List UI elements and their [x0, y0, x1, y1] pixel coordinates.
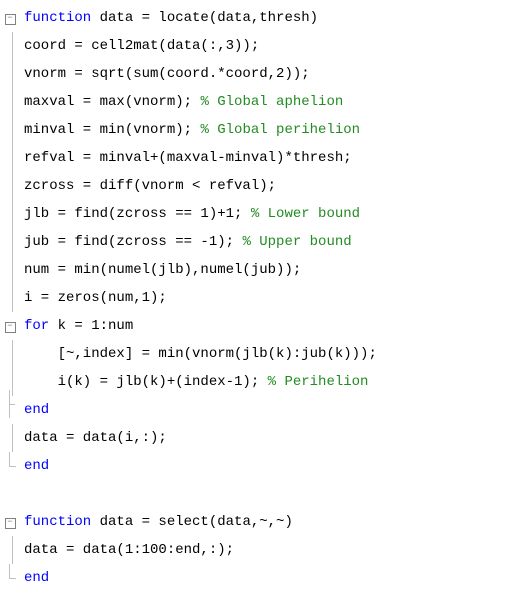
text: zcross = diff(vnorm < refval); — [24, 178, 276, 194]
code-content: end — [20, 564, 49, 592]
code-content: function data = select(data,~,~) — [20, 508, 293, 536]
code-line: end — [0, 564, 514, 592]
code-content: function data = locate(data,thresh) — [20, 4, 318, 32]
gutter — [0, 284, 20, 313]
gutter — [0, 88, 20, 117]
code-content: for k = 1:num — [20, 312, 133, 340]
code-line — [0, 480, 514, 508]
comment: % Global aphelion — [200, 94, 343, 110]
code-content: i(k) = jlb(k)+(index-1); % Perihelion — [20, 368, 368, 396]
keyword: function — [24, 10, 91, 26]
gutter — [0, 172, 20, 201]
code-line: i(k) = jlb(k)+(index-1); % Perihelion — [0, 368, 514, 396]
gutter — [0, 452, 20, 480]
code-line: coord = cell2mat(data(:,3)); — [0, 32, 514, 60]
code-content: zcross = diff(vnorm < refval); — [20, 172, 276, 200]
gutter — [0, 424, 20, 453]
fold-icon[interactable]: − — [5, 518, 16, 529]
code-content: end — [20, 452, 49, 480]
code-content: maxval = max(vnorm); % Global aphelion — [20, 88, 343, 116]
text: [~,index] = min(vnorm(jlb(k):jub(k))); — [24, 346, 377, 362]
text: data = data(1:100:end,:); — [24, 542, 234, 558]
code-content: vnorm = sqrt(sum(coord.*coord,2)); — [20, 60, 310, 88]
code-line: jub = find(zcross == -1); % Upper bound — [0, 228, 514, 256]
text: data = select(data,~,~) — [91, 514, 293, 530]
text: maxval = max(vnorm); — [24, 94, 200, 110]
code-content: refval = minval+(maxval-minval)*thresh; — [20, 144, 352, 172]
code-content: jlb = find(zcross == 1)+1; % Lower bound — [20, 200, 360, 228]
code-line: −for k = 1:num — [0, 312, 514, 340]
code-content: minval = min(vnorm); % Global perihelion — [20, 116, 360, 144]
fold-icon[interactable]: − — [5, 322, 16, 333]
gutter: − — [0, 508, 20, 536]
gutter — [0, 256, 20, 285]
code-line: [~,index] = min(vnorm(jlb(k):jub(k))); — [0, 340, 514, 368]
gutter — [0, 200, 20, 229]
code-content: i = zeros(num,1); — [20, 284, 167, 312]
code-line: num = min(numel(jlb),numel(jub)); — [0, 256, 514, 284]
text: num = min(numel(jlb),numel(jub)); — [24, 262, 301, 278]
gutter: − — [0, 312, 20, 340]
text: jub = find(zcross == -1); — [24, 234, 242, 250]
keyword: end — [24, 458, 49, 474]
code-content: end — [20, 396, 49, 424]
code-line: vnorm = sqrt(sum(coord.*coord,2)); — [0, 60, 514, 88]
gutter — [0, 536, 20, 565]
code-line: maxval = max(vnorm); % Global aphelion — [0, 88, 514, 116]
code-line: end — [0, 452, 514, 480]
code-content: data = data(i,:); — [20, 424, 167, 452]
keyword: function — [24, 514, 91, 530]
code-content: [~,index] = min(vnorm(jlb(k):jub(k))); — [20, 340, 377, 368]
code-line: −function data = locate(data,thresh) — [0, 4, 514, 32]
code-line: data = data(i,:); — [0, 424, 514, 452]
gutter — [0, 60, 20, 89]
gutter — [0, 144, 20, 173]
text: i(k) = jlb(k)+(index-1); — [24, 374, 268, 390]
keyword: end — [24, 402, 49, 418]
gutter: − — [0, 4, 20, 32]
text: i = zeros(num,1); — [24, 290, 167, 306]
keyword: for — [24, 318, 49, 334]
gutter — [0, 564, 20, 592]
code-line: data = data(1:100:end,:); — [0, 536, 514, 564]
gutter — [0, 340, 20, 369]
keyword: end — [24, 570, 49, 586]
code-line: jlb = find(zcross == 1)+1; % Lower bound — [0, 200, 514, 228]
code-line: minval = min(vnorm); % Global perihelion — [0, 116, 514, 144]
fold-icon[interactable]: − — [5, 14, 16, 25]
gutter — [0, 116, 20, 145]
code-line: zcross = diff(vnorm < refval); — [0, 172, 514, 200]
comment: % Lower bound — [251, 206, 360, 222]
gutter — [0, 228, 20, 257]
text: minval = min(vnorm); — [24, 122, 200, 138]
code-editor: −function data = locate(data,thresh)coor… — [0, 0, 514, 596]
comment: % Perihelion — [268, 374, 369, 390]
text: jlb = find(zcross == 1)+1; — [24, 206, 251, 222]
code-content: coord = cell2mat(data(:,3)); — [20, 32, 259, 60]
code-line: i = zeros(num,1); — [0, 284, 514, 312]
text: coord = cell2mat(data(:,3)); — [24, 38, 259, 54]
code-content: num = min(numel(jlb),numel(jub)); — [20, 256, 301, 284]
text: vnorm = sqrt(sum(coord.*coord,2)); — [24, 66, 310, 82]
comment: % Global perihelion — [200, 122, 360, 138]
code-line: refval = minval+(maxval-minval)*thresh; — [0, 144, 514, 172]
text: refval = minval+(maxval-minval)*thresh; — [24, 150, 352, 166]
code-content: jub = find(zcross == -1); % Upper bound — [20, 228, 352, 256]
text: data = data(i,:); — [24, 430, 167, 446]
code-line: end — [0, 396, 514, 424]
code-content: data = data(1:100:end,:); — [20, 536, 234, 564]
gutter — [0, 32, 20, 61]
text: data = locate(data,thresh) — [91, 10, 318, 26]
comment: % Upper bound — [242, 234, 351, 250]
text: k = 1:num — [49, 318, 133, 334]
code-line: −function data = select(data,~,~) — [0, 508, 514, 536]
